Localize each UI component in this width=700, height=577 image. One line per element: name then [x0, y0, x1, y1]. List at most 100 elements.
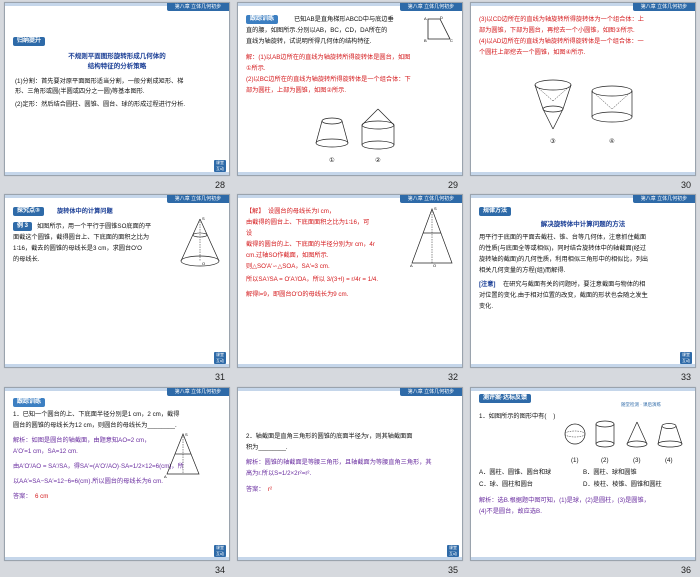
slide-title-line2: 结构特征的分析策略 [87, 63, 147, 70]
body-line: 直的腰，如图所示.分别以AB，BC，CD，DA所在的 [246, 27, 388, 34]
comment-icon[interactable] [472, 563, 482, 573]
slide-cell-29[interactable]: 第八章 立体几何初步 跟踪训练 已知AB是直角梯形ABCD中与底边垂 直的腰，如… [233, 0, 466, 192]
slide-thumbnail-32[interactable]: 第八章 立体几何初步 【解】 设圆台的母线长为l cm， 由截得的圆台上、下底面… [237, 194, 463, 368]
answer-line: 截得的圆台的上、下底面的半径分别为r cm，4r [246, 241, 375, 248]
slide-thumbnail-36[interactable]: 测评案·达标反馈 随堂检测 · 课后演练 1．如图所示的图形中有( ) (1) … [470, 387, 696, 561]
header-right: 随堂检测 · 课后演练 [621, 402, 661, 407]
answer-line: 部为圆锥，下部为圆台，再挖去一个小圆锥，如图③所示. [479, 27, 635, 34]
answer-line: (3)以CD边所在的直线为轴旋转所得旋转体为一个组合体：上 [479, 16, 644, 23]
slide-cell-34[interactable]: 第八章 立体几何初步 跟踪训练 1．已知一个圆台的上、下底面半径分别是1 cm，… [0, 385, 233, 577]
answer-line: (4)以AD边所在的直线为轴旋转所得旋转体是一个组合体：一 [479, 38, 644, 45]
section-tag: 测评案·达标反馈 [479, 394, 531, 403]
option-b: B．圆柱、球和圆锥 [583, 469, 637, 476]
body-line: (1)分割：首先要对原平面图形适当分割，一般分割成矩形、梯 [15, 78, 184, 85]
answer-line: 高为r.所以S=1/2×2r²=r². [246, 470, 312, 477]
slide-bottom-strip [471, 557, 695, 560]
figure-label: (4) [665, 457, 673, 464]
nav-button[interactable]: 课堂 互动 [214, 160, 226, 172]
slide-cell-33[interactable]: 第八章 立体几何初步 规律方法 解决旋转体中计算问题的方法 用平行于底面的平面去… [466, 192, 699, 384]
nav-button[interactable]: 课堂 互动 [214, 545, 226, 557]
svg-text:A: A [410, 263, 413, 268]
svg-text:S: S [202, 216, 205, 221]
option-a: A．圆柱、圆锥、圆台和球 [479, 469, 552, 476]
body-line: 的母线长. [13, 256, 40, 263]
body-line: 相关几何变量的方程(组)而解得. [479, 267, 566, 274]
svg-text:D: D [440, 15, 443, 20]
svg-text:S: S [434, 206, 437, 211]
section-tag: 探究点③ [13, 207, 45, 216]
answer-line: 则△SO′A′∽△SOA，SA′=3 cm. [246, 263, 330, 270]
figure-label: ② [375, 157, 381, 164]
slide-bottom-strip [238, 172, 462, 175]
answer-line: 解：(1)以AB边所在的直线为轴旋转所得旋转体是圆台，如图 [246, 54, 411, 61]
slide-thumbnail-30[interactable]: 第八章 立体几何初步 (3)以CD边所在的直线为轴旋转所得旋转体为一个组合体：上… [470, 2, 696, 176]
nav-button[interactable]: 课堂 互动 [680, 352, 692, 364]
nav-button[interactable]: 课堂 互动 [447, 545, 459, 557]
slide-bottom-strip [471, 172, 695, 175]
slide-thumbnail-34[interactable]: 第八章 立体几何初步 跟踪训练 1．已知一个圆台的上、下底面半径分别是1 cm，… [4, 387, 230, 561]
section-tag: 规律方法 [479, 207, 512, 216]
answer-line: 部为圆柱，上部为圆锥，如图②所示. [246, 87, 347, 94]
answer-line: 个圆柱上部挖去一个圆锥，如图④所示. [479, 49, 586, 56]
chapter-header: 第八章 立体几何初步 [400, 195, 462, 203]
answer-value: 6 cm [35, 493, 49, 500]
slide-thumbnail-33[interactable]: 第八章 立体几何初步 规律方法 解决旋转体中计算问题的方法 用平行于底面的平面去… [470, 194, 696, 368]
body-line: 积为________. [246, 444, 288, 451]
figure-label: (2) [601, 457, 609, 464]
answer-line: 由截得的圆台上、下底面面积之比为1∶16，可 [246, 219, 370, 226]
slide-bottom-strip [5, 364, 229, 367]
answer-line: 以AA′=SA−SA′=12−6=6(cm).所以圆台的母线长为6 cm. [13, 478, 164, 485]
chapter-header: 第八章 立体几何初步 [633, 3, 695, 11]
chapter-header: 第八章 立体几何初步 [400, 388, 462, 396]
note-line: 在研究与截面有关的问题时，要注意截面与物体的相 [503, 281, 646, 288]
svg-text:B: B [424, 38, 427, 43]
option-d: D．棱柱、棱锥、圆锥和圆柱 [583, 481, 662, 488]
comment-icon[interactable] [239, 178, 249, 188]
answer-line: 解析：选B.根据题中图可知，(1)是球，(2)是圆柱，(3)是圆锥， [479, 497, 650, 504]
slide-top-band [471, 388, 695, 391]
body-line: 1．已知一个圆台的上、下底面半径分别是1 cm，2 cm，截得 [13, 411, 180, 418]
slide-number: 31 [214, 372, 225, 382]
cylinder-cone-figure [591, 85, 633, 123]
answer-line: (2)以BC边所在的直线为轴旋转所得旋转体是一个组合体：下 [246, 76, 411, 83]
slide-bottom-strip [238, 364, 462, 367]
note-label: [注意] [479, 281, 496, 288]
slide-thumbnail-31[interactable]: 第八章 立体几何初步 探究点③ 旋转体中的计算问题 例 3 如图所示，用一个平行… [4, 194, 230, 368]
answer-line: 【解】 设圆台的母线长为l cm， [246, 208, 336, 215]
slide-number: 32 [447, 372, 458, 382]
cone-frustum-figure [534, 79, 572, 130]
body-line: 旋转轴的截面)的几何性质，利用相似三角形中的相似比，列出 [479, 256, 649, 263]
svg-text:S: S [185, 432, 188, 437]
comment-icon[interactable] [239, 563, 249, 573]
body-line: 形、三角形或圆(半圆或四分之一圆)等基本图形. [15, 88, 145, 95]
chapter-header: 第八章 立体几何初步 [167, 195, 229, 203]
slide-number: 33 [680, 372, 691, 382]
slide-cell-35[interactable]: 第八章 立体几何初步 2．轴截面是直角三角形的圆锥的底面半径为r，则其轴截面面 … [233, 385, 466, 577]
answer-value: r² [268, 486, 273, 493]
svg-text:C: C [450, 38, 453, 43]
slide-cell-31[interactable]: 第八章 立体几何初步 探究点③ 旋转体中的计算问题 例 3 如图所示，用一个平行… [0, 192, 233, 384]
slide-cell-30[interactable]: 第八章 立体几何初步 (3)以CD边所在的直线为轴旋转所得旋转体为一个组合体：上… [466, 0, 699, 192]
chapter-header: 第八章 立体几何初步 [167, 388, 229, 396]
slide-thumbnail-28[interactable]: 第八章 立体几何初步 归纳提升 不规则平面图形旋转形成几何体的 结构特征的分析策… [4, 2, 230, 176]
figure-label: (3) [633, 457, 641, 464]
answer-line: cm.过轴SO作截面，如图所示. [246, 252, 329, 259]
axial-section-figure: S A O [410, 206, 453, 268]
section-subtitle: 旋转体中的计算问题 [57, 208, 113, 215]
slide-number: 34 [214, 565, 225, 575]
slide-cell-28[interactable]: 第八章 立体几何初步 归纳提升 不规则平面图形旋转形成几何体的 结构特征的分析策… [0, 0, 233, 192]
slide-cell-36[interactable]: 测评案·达标反馈 随堂检测 · 课后演练 1．如图所示的图形中有( ) (1) … [466, 385, 699, 577]
slide-thumbnail-29[interactable]: 第八章 立体几何初步 跟踪训练 已知AB是直角梯形ABCD中与底边垂 直的腰，如… [237, 2, 463, 176]
nav-button[interactable]: 课堂 互动 [214, 352, 226, 364]
body-line: 用平行于底面的平面去截柱、锥、台等几何体，注意抓住截面 [479, 234, 647, 241]
slide-cell-32[interactable]: 第八章 立体几何初步 【解】 设圆台的母线长为l cm， 由截得的圆台上、下底面… [233, 192, 466, 384]
slide-thumbnail-35[interactable]: 第八章 立体几何初步 2．轴截面是直角三角形的圆锥的底面半径为r，则其轴截面面 … [237, 387, 463, 561]
body-line: 圆台的圆锥的母线长为12 cm，则圆台的母线长为________. [13, 422, 177, 429]
answer-line: 解得l=9，即圆台O′O的母线长为9 cm. [246, 291, 349, 298]
example-tag: 例 3 [13, 222, 33, 231]
slide-bottom-strip [238, 557, 462, 560]
body-line: 面截这个圆锥，截得圆台上、下底面的面积之比为 [13, 234, 150, 241]
note-line: 变化. [479, 303, 494, 310]
svg-text:A: A [164, 474, 167, 478]
answer-line: 解析：如图是圆台的轴截面，由题意知AO=2 cm， [13, 437, 151, 444]
